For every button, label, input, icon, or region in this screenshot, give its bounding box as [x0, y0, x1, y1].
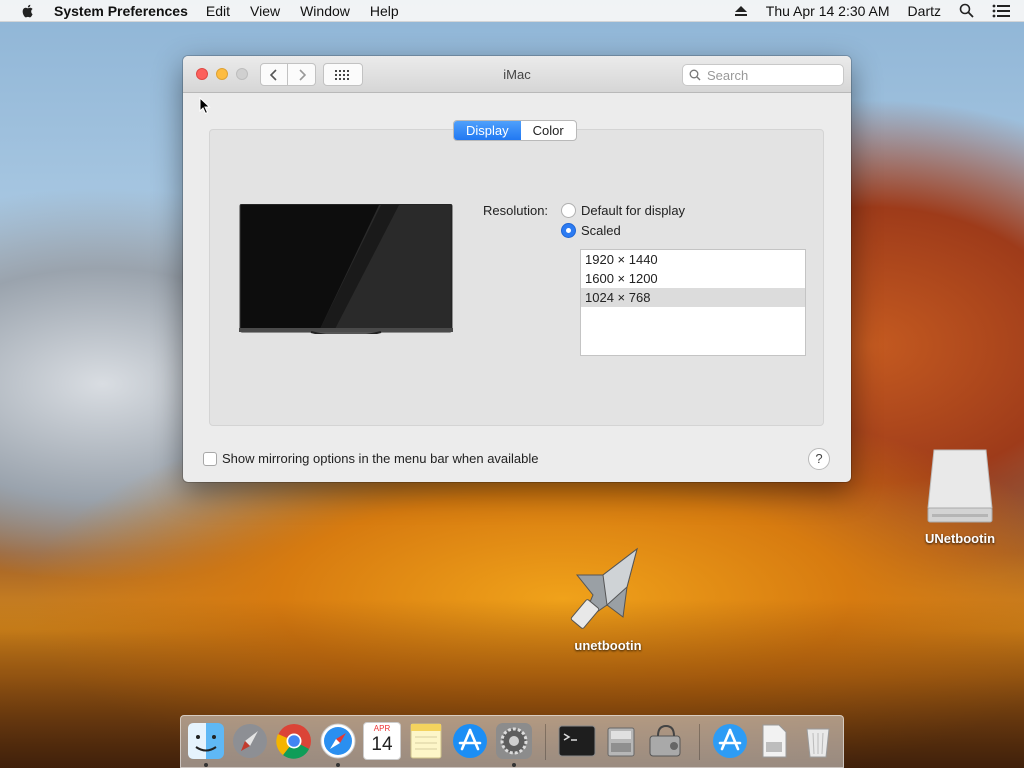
scaled-option[interactable]: Scaled	[561, 223, 621, 238]
search-icon	[689, 69, 701, 81]
menu-bar: System Preferences Edit View Window Help…	[0, 0, 1024, 22]
mirroring-label: Show mirroring options in the menu bar w…	[222, 451, 539, 466]
dock: APR 14	[180, 715, 844, 768]
mirroring-checkbox[interactable]	[203, 451, 217, 466]
app-store-downloads-icon[interactable]	[711, 722, 749, 760]
eject-icon[interactable]	[734, 5, 748, 17]
scaled-radio[interactable]	[561, 223, 576, 238]
spotlight-search-icon[interactable]	[959, 3, 974, 18]
displays-preferences-window: iMac Search Display Color Resolution: De…	[183, 56, 851, 482]
menu-help[interactable]: Help	[370, 3, 399, 19]
calendar-icon[interactable]: APR 14	[363, 722, 401, 760]
system-preferences-icon[interactable]	[495, 722, 533, 760]
chrome-icon[interactable]	[275, 722, 313, 760]
running-indicator	[336, 763, 340, 767]
launchpad-icon[interactable]	[231, 722, 269, 760]
desktop-icon-label: unetbootin	[574, 638, 642, 653]
notes-icon[interactable]	[407, 722, 445, 760]
resolution-list: 1920 × 1440 1600 × 1200 1024 × 768	[580, 249, 806, 356]
desktop-icon-label: UNetbootin	[924, 531, 996, 546]
menu-window[interactable]: Window	[300, 3, 350, 19]
desktop-icon-unetbootin-drive[interactable]: UNetbootin	[918, 448, 1002, 546]
title-bar[interactable]: iMac Search	[183, 56, 851, 93]
tab-display[interactable]: Display	[454, 121, 521, 140]
notification-center-icon[interactable]	[992, 4, 1010, 18]
mirroring-option[interactable]: Show mirroring options in the menu bar w…	[203, 451, 539, 466]
unetbootin-app-icon	[570, 547, 638, 629]
scaled-option-label: Scaled	[581, 223, 621, 238]
document-icon[interactable]	[755, 722, 793, 760]
window-content: Display Color Resolution: Default for di…	[183, 93, 851, 481]
resolution-label: Resolution:	[483, 203, 549, 218]
app-store-icon[interactable]	[451, 722, 489, 760]
user-menu[interactable]: Dartz	[908, 3, 941, 19]
default-option-label: Default for display	[581, 203, 686, 218]
trash-icon[interactable]	[799, 722, 837, 760]
tab-segmented-control: Display Color	[453, 120, 577, 141]
resolution-row[interactable]: 1920 × 1440	[581, 250, 805, 269]
default-for-display-option[interactable]: Default for display	[561, 203, 685, 218]
help-button[interactable]: ?	[808, 448, 830, 470]
calendar-day: 14	[371, 734, 393, 755]
running-indicator	[512, 763, 516, 767]
disk-utility-stethoscope-icon[interactable]	[646, 722, 684, 760]
apple-menu-icon[interactable]	[20, 3, 36, 19]
desktop-icon-unetbootin-app[interactable]: unetbootin	[566, 545, 650, 653]
resolution-row[interactable]: 1600 × 1200	[581, 269, 805, 288]
finder-icon[interactable]	[187, 722, 225, 760]
safari-icon[interactable]	[319, 722, 357, 760]
search-field[interactable]: Search	[682, 64, 844, 86]
mouse-cursor-icon	[199, 97, 211, 115]
calendar-month: APR	[373, 724, 391, 733]
app-name-menu[interactable]: System Preferences	[54, 3, 188, 19]
terminal-icon[interactable]	[558, 722, 596, 760]
display-preview-icon	[239, 204, 453, 334]
external-drive-icon	[927, 449, 993, 523]
resolution-row-selected[interactable]: 1024 × 768	[581, 288, 805, 307]
search-placeholder: Search	[707, 67, 749, 83]
dock-separator	[545, 724, 546, 760]
disk-utility-icon[interactable]	[602, 722, 640, 760]
default-radio[interactable]	[561, 203, 576, 218]
running-indicator	[204, 763, 208, 767]
tab-color[interactable]: Color	[521, 121, 576, 140]
menu-view[interactable]: View	[250, 3, 280, 19]
dock-separator	[699, 724, 700, 760]
menu-edit[interactable]: Edit	[206, 3, 230, 19]
clock[interactable]: Thu Apr 14 2:30 AM	[766, 3, 890, 19]
